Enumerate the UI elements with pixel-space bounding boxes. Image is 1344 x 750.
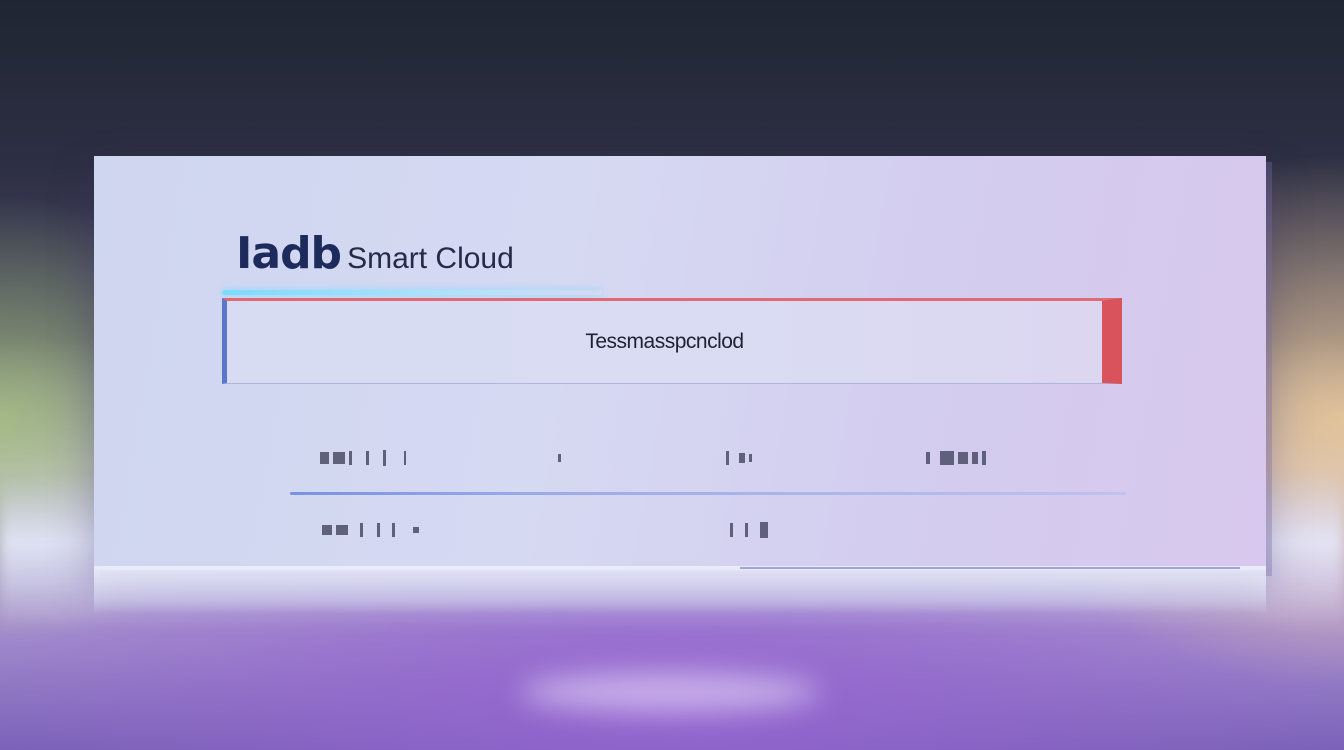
row-divider bbox=[290, 492, 1126, 495]
row-cell-blurred bbox=[926, 448, 986, 468]
background-scene: Iadb Smart Cloud Tessmasspcnclod bbox=[0, 0, 1344, 750]
row-cell-blurred bbox=[726, 448, 752, 468]
glow-accent-line bbox=[222, 290, 602, 295]
floor-light-spot bbox=[520, 672, 820, 712]
row-cell-blurred bbox=[320, 448, 406, 468]
message-box[interactable]: Tessmasspcnclod bbox=[222, 298, 1122, 384]
table-row[interactable] bbox=[320, 448, 1040, 468]
brand-logo: Iadb bbox=[236, 228, 342, 279]
panel-base-edge bbox=[94, 566, 1266, 614]
row-cell-blurred bbox=[322, 520, 419, 540]
brand-header: Iadb Smart Cloud bbox=[236, 232, 514, 276]
panel-bottom-line bbox=[740, 567, 1240, 569]
brand-name: Smart Cloud bbox=[347, 242, 514, 275]
row-cell-blurred bbox=[558, 448, 561, 468]
message-text: Tessmasspcnclod bbox=[585, 330, 744, 353]
table-row[interactable] bbox=[320, 520, 1040, 540]
row-cell-blurred bbox=[730, 520, 768, 540]
